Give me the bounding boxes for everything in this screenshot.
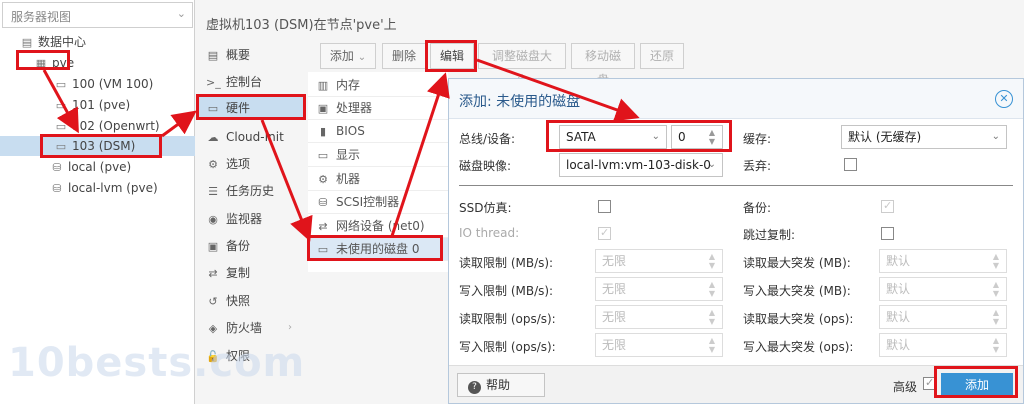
arrow-vm-to-hardware <box>161 110 197 138</box>
annotation-arrows <box>42 58 640 242</box>
arrow-pve-to-vm <box>42 69 79 134</box>
arrow-edit-to-bus <box>476 58 640 122</box>
arrow-disk-to-edit <box>390 72 450 237</box>
arrow-hardware-to-disk <box>260 119 313 242</box>
